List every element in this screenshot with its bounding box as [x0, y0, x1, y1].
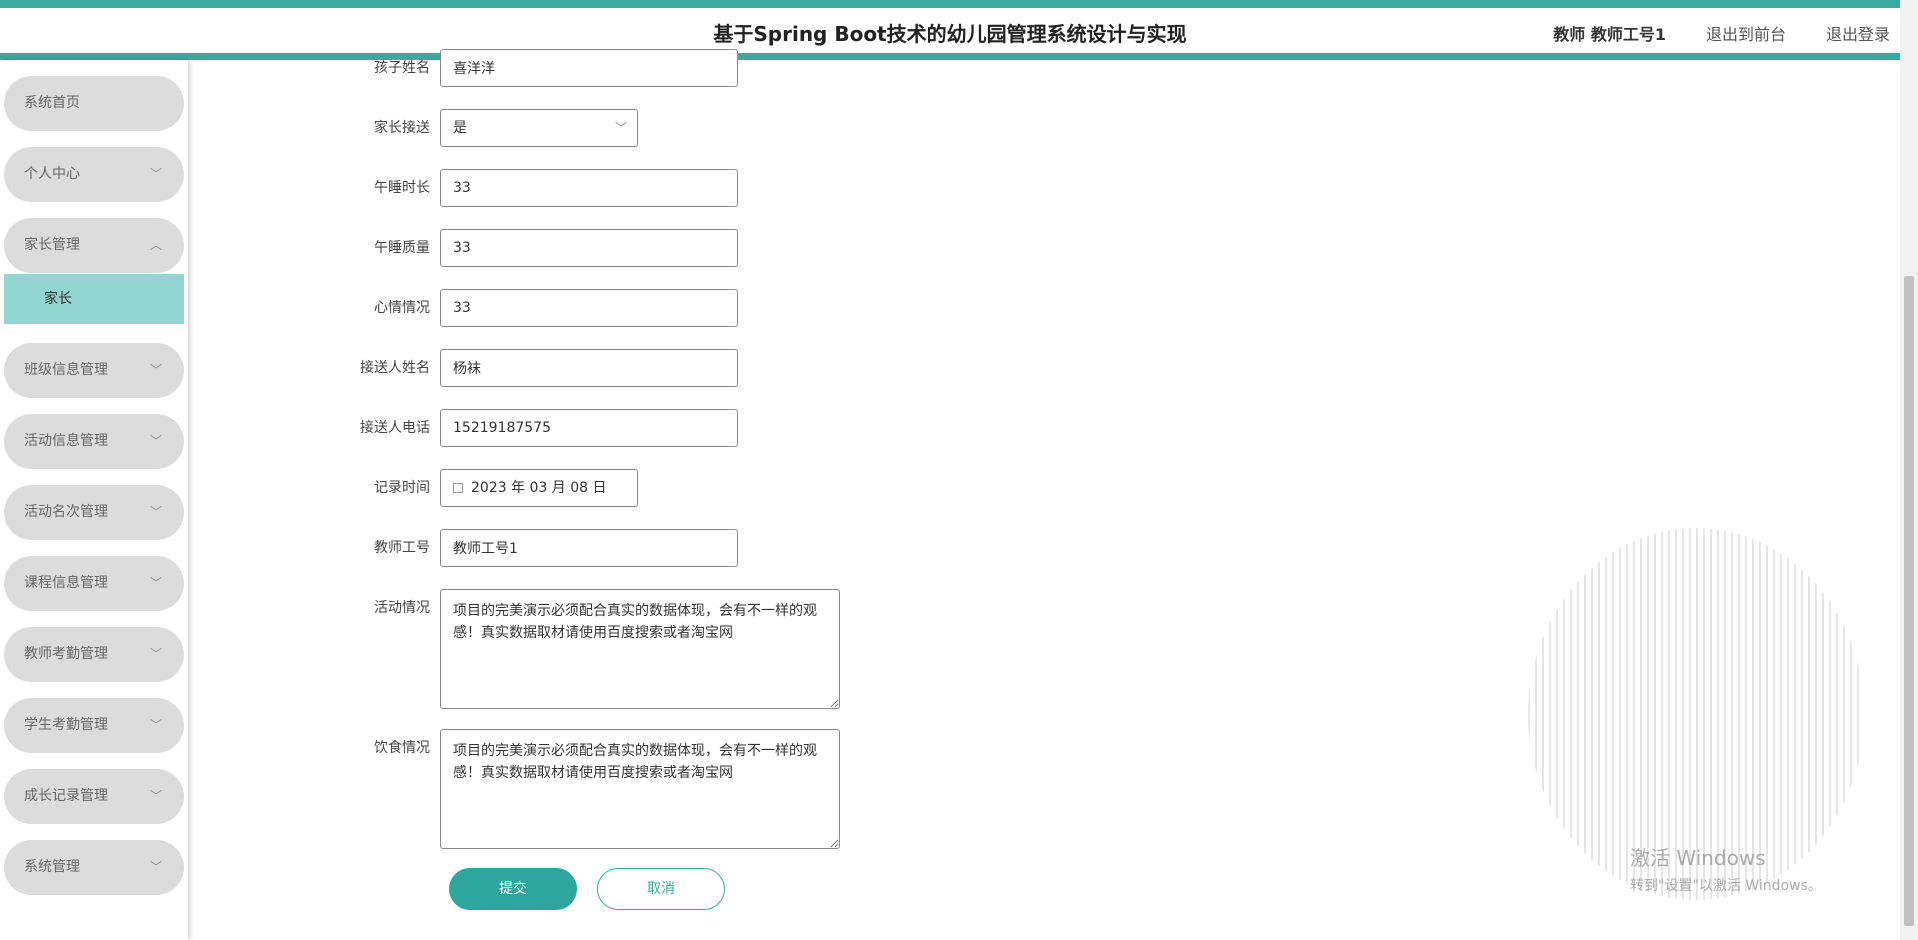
sidebar-item-label: 学生考勤管理: [24, 717, 108, 733]
chevron-down-icon: ﹀: [149, 860, 162, 874]
sidebar-item-home[interactable]: 系统首页: [4, 76, 184, 131]
sidebar-item-class-info[interactable]: 班级信息管理 ﹀: [4, 343, 184, 398]
form-row-activity: 活动情况 项目的完美演示必须配合真实的数据体现，会有不一样的观感！真实数据取材请…: [330, 589, 840, 709]
record-time-picker[interactable]: 2023 年 03 月 08 日: [440, 469, 638, 507]
chevron-down-icon: ﹀: [149, 789, 162, 803]
child-name-label: 孩子姓名: [374, 60, 430, 76]
logout-link[interactable]: 退出登录: [1826, 21, 1890, 45]
record-time-value: 2023 年 03 月 08 日: [471, 480, 607, 496]
form-row-record-time: 记录时间 2023 年 03 月 08 日: [330, 469, 638, 507]
teacher-id-input[interactable]: [440, 529, 738, 567]
top-header: 基于Spring Boot技术的幼儿园管理系统设计与实现 教师 教师工号1 退出…: [0, 0, 1900, 60]
sidebar-subitem-label: 家长: [44, 291, 72, 307]
form-row-nap-quality: 午睡质量: [330, 229, 738, 267]
form-row-nap-duration: 午睡时长: [330, 169, 738, 207]
nap-quality-input[interactable]: [440, 229, 738, 267]
page-scrollbar[interactable]: [1900, 0, 1918, 940]
parent-pickup-label: 家长接送: [374, 120, 430, 136]
chevron-down-icon: ﹀: [149, 363, 162, 377]
chevron-down-icon: ﹀: [614, 121, 627, 135]
chevron-down-icon: ﹀: [149, 718, 162, 732]
chevron-down-icon: ﹀: [149, 434, 162, 448]
sidebar-item-course-info[interactable]: 课程信息管理 ﹀: [4, 556, 184, 611]
form-row-mood: 心情情况: [330, 289, 738, 327]
mood-input[interactable]: [440, 289, 738, 327]
diet-textarea[interactable]: 项目的完美演示必须配合真实的数据体现，会有不一样的观感！真实数据取材请使用百度搜…: [440, 729, 840, 849]
sidebar-item-growth-records[interactable]: 成长记录管理 ﹀: [4, 769, 184, 824]
submit-button[interactable]: 提交: [449, 868, 577, 910]
sidebar-item-teacher-attendance[interactable]: 教师考勤管理 ﹀: [4, 627, 184, 682]
chevron-down-icon: ﹀: [149, 167, 162, 181]
sidebar-item-system[interactable]: 系统管理 ﹀: [4, 840, 184, 895]
chevron-down-icon: ﹀: [149, 505, 162, 519]
scrollbar-thumb[interactable]: [1904, 276, 1914, 926]
pickup-name-input[interactable]: [440, 349, 738, 387]
sidebar-item-activity-info[interactable]: 活动信息管理 ﹀: [4, 414, 184, 469]
nap-duration-input[interactable]: [440, 169, 738, 207]
form-row-diet: 饮食情况 项目的完美演示必须配合真实的数据体现，会有不一样的观感！真实数据取材请…: [330, 729, 840, 849]
chevron-down-icon: ﹀: [149, 647, 162, 661]
sidebar-item-parent-management[interactable]: 家长管理 ︿: [4, 218, 184, 273]
nap-quality-label: 午睡质量: [374, 240, 430, 256]
sidebar-item-label: 活动信息管理: [24, 433, 108, 449]
activity-label: 活动情况: [374, 600, 430, 616]
windows-activation-watermark: 激活 Windows 转到"设置"以激活 Windows。: [1630, 842, 1822, 895]
sidebar-item-label: 系统首页: [24, 95, 80, 111]
sidebar-item-personal-center[interactable]: 个人中心 ﹀: [4, 147, 184, 202]
current-user-label: 教师 教师工号1: [1553, 25, 1666, 44]
sidebar-item-label: 教师考勤管理: [24, 646, 108, 662]
sidebar-subitem-parent[interactable]: 家长: [4, 274, 184, 324]
pickup-name-label: 接送人姓名: [360, 360, 430, 376]
watermark-title: 激活 Windows: [1630, 846, 1766, 870]
sidebar-item-label: 活动名次管理: [24, 504, 108, 520]
activity-textarea[interactable]: 项目的完美演示必须配合真实的数据体现，会有不一样的观感！真实数据取材请使用百度搜…: [440, 589, 840, 709]
chevron-down-icon: ﹀: [149, 576, 162, 590]
back-to-front-link[interactable]: 退出到前台: [1706, 21, 1786, 45]
record-time-label: 记录时间: [374, 480, 430, 496]
watermark-subtitle: 转到"设置"以激活 Windows。: [1630, 878, 1822, 894]
sidebar-item-student-attendance[interactable]: 学生考勤管理 ﹀: [4, 698, 184, 753]
form-row-child-name: 孩子姓名: [330, 49, 738, 87]
sidebar-item-label: 成长记录管理: [24, 788, 108, 804]
pickup-phone-label: 接送人电话: [360, 420, 430, 436]
header-actions: 教师 教师工号1 退出到前台 退出登录: [1553, 21, 1890, 45]
parent-pickup-select[interactable]: 是 ﹀: [440, 109, 638, 147]
sidebar-item-label: 课程信息管理: [24, 575, 108, 591]
child-name-input[interactable]: [440, 49, 738, 87]
form-row-parent-pickup: 家长接送 是 ﹀: [330, 109, 638, 147]
form-row-pickup-name: 接送人姓名: [330, 349, 738, 387]
chevron-up-icon: ︿: [149, 238, 162, 252]
sidebar-item-label: 系统管理: [24, 859, 80, 875]
sidebar-item-label: 家长管理: [24, 237, 80, 253]
sidebar-item-activity-ranking[interactable]: 活动名次管理 ﹀: [4, 485, 184, 540]
form-row-teacher-id: 教师工号: [330, 529, 738, 567]
cancel-button[interactable]: 取消: [597, 868, 725, 910]
calendar-icon: [453, 483, 463, 493]
form-row-pickup-phone: 接送人电话: [330, 409, 738, 447]
sidebar-item-label: 班级信息管理: [24, 362, 108, 378]
sidebar: 系统首页 个人中心 ﹀ 家长管理 ︿ 家长 班级信息管理 ﹀ 活动信息管理 ﹀ …: [0, 60, 188, 940]
mood-label: 心情情况: [374, 300, 430, 316]
nap-duration-label: 午睡时长: [374, 180, 430, 196]
teacher-id-label: 教师工号: [374, 540, 430, 556]
sidebar-item-label: 个人中心: [24, 166, 80, 182]
pickup-phone-input[interactable]: [440, 409, 738, 447]
diet-label: 饮食情况: [374, 740, 430, 756]
parent-pickup-value: 是: [453, 120, 467, 136]
